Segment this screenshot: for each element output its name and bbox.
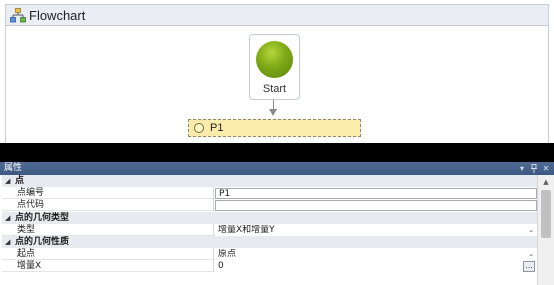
chevron-down-icon[interactable]: ⌄ bbox=[528, 225, 534, 236]
step-node-label: P1 bbox=[210, 122, 224, 134]
column-divider[interactable] bbox=[213, 224, 214, 236]
category-label: 点的几何性质 bbox=[15, 237, 70, 247]
vertical-scrollbar[interactable]: ▲ bbox=[537, 175, 554, 285]
start-point-combobox-value: 原点 bbox=[218, 249, 237, 259]
collapse-triangle-icon[interactable]: ◢ bbox=[5, 175, 10, 187]
category-row-point[interactable]: ◢ 点 bbox=[2, 175, 537, 187]
point-code-field[interactable] bbox=[215, 200, 537, 211]
property-row-point-code[interactable]: 点代码 bbox=[2, 199, 537, 211]
property-name: 类型 bbox=[17, 225, 36, 235]
point-number-field[interactable]: P1 bbox=[215, 188, 537, 199]
property-name: 起点 bbox=[17, 249, 36, 259]
flowchart-designer-area[interactable]: Flowchart Start P1 bbox=[0, 0, 554, 143]
properties-title: 属性 bbox=[4, 163, 23, 173]
property-name: 增量X bbox=[17, 261, 42, 271]
flowchart-title: Flowchart bbox=[29, 8, 86, 23]
column-divider[interactable] bbox=[213, 187, 214, 199]
property-row-type[interactable]: 类型 增量X和增量Y ⌄ bbox=[2, 224, 537, 236]
start-node-label: Start bbox=[262, 83, 287, 95]
step-node-icon bbox=[194, 123, 204, 133]
column-divider[interactable] bbox=[213, 248, 214, 260]
collapse-triangle-icon[interactable]: ◢ bbox=[5, 236, 10, 248]
workflow-designer-window: Flowchart Start P1 属性 ▾ ✕ ◢ 点 点编号 P1 点代码… bbox=[0, 0, 554, 285]
category-row-geometry-type[interactable]: ◢ 点的几何类型 bbox=[2, 212, 537, 224]
delta-x-field[interactable]: 0 ... bbox=[215, 261, 537, 272]
delta-x-value: 0 bbox=[218, 261, 224, 271]
dropdown-arrow-icon[interactable]: ▾ bbox=[517, 162, 527, 175]
flow-step-node[interactable]: P1 bbox=[188, 119, 361, 137]
flow-connector-arrow bbox=[269, 109, 277, 116]
scroll-thumb[interactable] bbox=[541, 190, 551, 238]
collapse-triangle-icon[interactable]: ◢ bbox=[5, 212, 10, 224]
type-combobox[interactable]: 增量X和增量Y ⌄ bbox=[215, 225, 537, 236]
column-divider[interactable] bbox=[213, 199, 214, 211]
category-row-geometry-properties[interactable]: ◢ 点的几何性质 bbox=[2, 236, 537, 248]
start-point-combobox[interactable]: 原点 ⌄ bbox=[215, 249, 537, 260]
start-node-icon bbox=[256, 41, 293, 78]
start-node[interactable]: Start bbox=[249, 34, 300, 100]
type-combobox-value: 增量X和增量Y bbox=[218, 225, 275, 235]
category-label: 点 bbox=[15, 176, 25, 186]
flowchart-icon bbox=[10, 8, 26, 23]
property-name: 点编号 bbox=[17, 188, 45, 198]
panel-gap bbox=[0, 143, 554, 162]
property-row-point-number[interactable]: 点编号 P1 bbox=[2, 187, 537, 199]
ellipsis-button[interactable]: ... bbox=[523, 261, 535, 272]
flowchart-header: Flowchart bbox=[6, 5, 548, 26]
flowchart-panel: Flowchart Start P1 bbox=[5, 4, 549, 143]
column-divider[interactable] bbox=[213, 260, 214, 272]
properties-titlebar: 属性 ▾ ✕ bbox=[0, 162, 554, 175]
chevron-down-icon[interactable]: ⌄ bbox=[528, 249, 534, 260]
property-name: 点代码 bbox=[17, 200, 45, 210]
scroll-up-icon[interactable]: ▲ bbox=[538, 175, 554, 189]
property-row-start-point[interactable]: 起点 原点 ⌄ bbox=[2, 248, 537, 260]
close-icon[interactable]: ✕ bbox=[541, 162, 551, 175]
property-row-delta-x[interactable]: 增量X 0 ... bbox=[2, 260, 537, 272]
category-label: 点的几何类型 bbox=[15, 213, 70, 223]
property-grid: ◢ 点 点编号 P1 点代码 ◢ 点的几何类型 类型 增量X和增量Y ⌄ ◢ 点… bbox=[2, 175, 537, 285]
properties-panel: 属性 ▾ ✕ ◢ 点 点编号 P1 点代码 ◢ 点的几何类型 类型 增量X和增量… bbox=[0, 162, 554, 285]
